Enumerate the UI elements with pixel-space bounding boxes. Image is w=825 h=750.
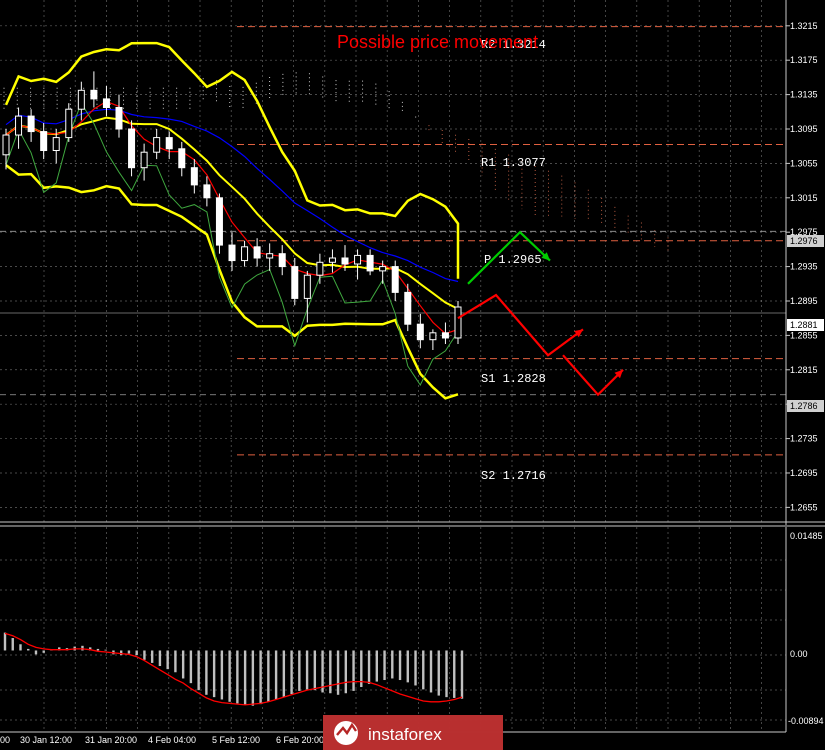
level-label-r1: R1 1.3077 bbox=[481, 156, 546, 170]
instaforex-logo: instaforex bbox=[323, 715, 503, 750]
candle-bull bbox=[429, 332, 437, 341]
macd-tick-max: 0.01485 bbox=[790, 531, 823, 541]
candle-bear bbox=[178, 148, 186, 169]
candle-bear bbox=[253, 246, 261, 259]
candle-bear bbox=[291, 266, 299, 299]
candle-bear bbox=[278, 253, 286, 268]
candle-bull bbox=[303, 274, 311, 299]
macd-tick-zero: 0.00 bbox=[790, 649, 808, 659]
candle-bear bbox=[203, 184, 211, 199]
candle-bull bbox=[379, 266, 387, 272]
candle-bear bbox=[441, 332, 449, 339]
candle-bull bbox=[316, 261, 324, 276]
time-label-4: 5 Feb 12:00 bbox=[212, 735, 260, 745]
time-label-0: 00 bbox=[0, 735, 10, 745]
candle-bull bbox=[241, 246, 249, 262]
candle-bull bbox=[15, 115, 23, 136]
price-tick-label: 1.3015 bbox=[790, 193, 818, 203]
level-label-s1: S1 1.2828 bbox=[481, 372, 546, 386]
candle-bull bbox=[2, 134, 10, 156]
time-label-2: 31 Jan 20:00 bbox=[85, 735, 137, 745]
forex-chart: R2 1.3214 R1 1.3077 P 1.2965 S1 1.2828 S… bbox=[0, 0, 825, 750]
price-tick-label: 1.2895 bbox=[790, 296, 818, 306]
price-tick-label: 1.3095 bbox=[790, 124, 818, 134]
candle-bear bbox=[215, 197, 223, 246]
instaforex-logo-icon bbox=[334, 721, 358, 745]
price-tick-label: 1.2735 bbox=[790, 434, 818, 444]
candle-bear bbox=[190, 167, 198, 186]
candle-bear bbox=[115, 106, 123, 130]
price-tick-label: 1.3215 bbox=[790, 21, 818, 31]
candle-bear bbox=[90, 89, 98, 100]
level-label-s2: S2 1.2716 bbox=[481, 469, 546, 483]
candle-bear bbox=[341, 257, 349, 265]
candle-bear bbox=[27, 115, 35, 133]
logo-text: instaforex bbox=[368, 725, 442, 744]
price-tick-label: 1.2935 bbox=[790, 262, 818, 272]
candle-bull bbox=[454, 306, 462, 339]
candle-bull bbox=[65, 108, 73, 139]
price-tick-label: 1.3135 bbox=[790, 90, 818, 100]
time-label-1: 30 Jan 12:00 bbox=[20, 735, 72, 745]
candle-bull bbox=[153, 137, 161, 153]
candle-bear bbox=[102, 98, 110, 108]
time-label-5: 6 Feb 20:00 bbox=[276, 735, 324, 745]
price-tick-label: 1.3055 bbox=[790, 158, 818, 168]
candle-bear bbox=[40, 131, 48, 151]
price-tick-label: 1.2655 bbox=[790, 502, 818, 512]
candle-bull bbox=[52, 137, 60, 151]
price-tick-label: 1.3175 bbox=[790, 55, 818, 65]
candle-bull bbox=[328, 257, 336, 263]
macd-tick-min: -0.00894 bbox=[788, 716, 824, 726]
candle-bear bbox=[128, 128, 136, 169]
level-label-p: P 1.2965 bbox=[484, 253, 542, 267]
candle-bear bbox=[165, 137, 173, 150]
candle-bear bbox=[228, 244, 236, 262]
candle-bull bbox=[266, 253, 274, 259]
current-price-value: 1.2881 bbox=[790, 320, 818, 330]
price-tick-label: 1.2855 bbox=[790, 330, 818, 340]
candle-bull bbox=[354, 254, 362, 265]
price-tick-label: 1.2815 bbox=[790, 365, 818, 375]
time-label-3: 4 Feb 04:00 bbox=[148, 735, 196, 745]
marker-level-value: 1.2976 bbox=[790, 236, 818, 246]
candle-bear bbox=[416, 323, 424, 341]
candle-bear bbox=[391, 266, 399, 293]
candle-bull bbox=[140, 151, 148, 169]
candle-bear bbox=[404, 291, 412, 325]
price-tick-label: 1.2695 bbox=[790, 468, 818, 478]
candle-bull bbox=[77, 89, 85, 110]
chart-title: Possible price movement bbox=[337, 32, 538, 52]
marker-level-2-value: 1.2786 bbox=[790, 401, 818, 411]
candle-bear bbox=[366, 254, 374, 272]
